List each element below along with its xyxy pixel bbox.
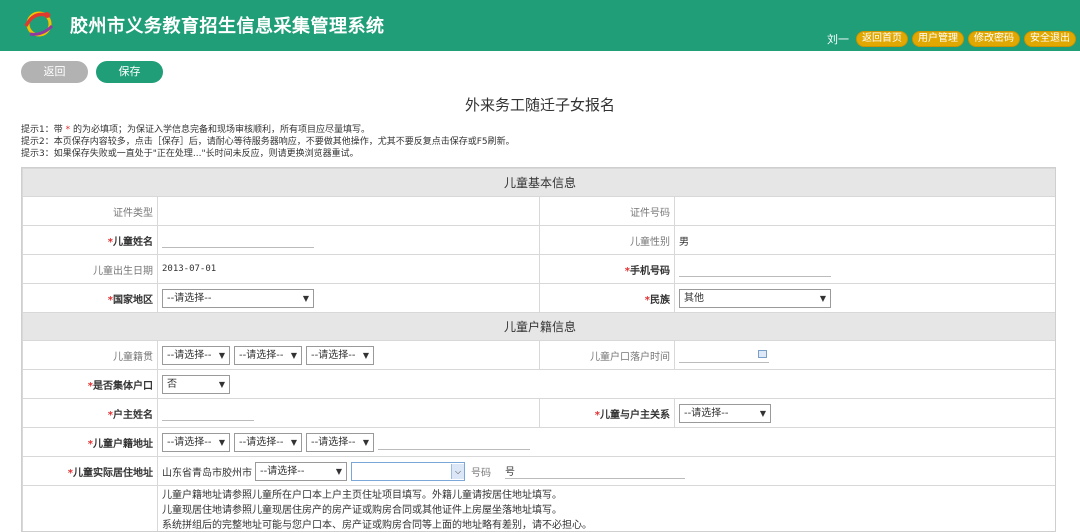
section-household-info: 儿童户籍信息 [22,312,1055,341]
notes-empty-cell [22,485,158,531]
user-name: 刘一 [827,33,849,46]
system-title: 胶州市义务教育招生信息采集管理系统 [70,16,385,37]
address-province-select[interactable]: --请选择-- ▼ [162,432,230,452]
number-label: 号码 [471,467,491,479]
address-notes: 儿童户籍地址请参照儿童所在户口本上户主页住址项目填写。外籍儿童请按居住地址填写。… [156,485,1055,531]
chevron-down-icon: ▼ [218,437,225,447]
address-city-select[interactable]: --请选择-- ▼ [234,432,302,452]
country-select[interactable]: --请选择-- ▼ [162,288,314,308]
household-address-input[interactable] [378,434,530,450]
chevron-down-icon: ▼ [218,350,225,360]
home-button[interactable]: 返回首页 [856,31,908,47]
tip-2: 提示2：本页保存内容较多，点击［保存］后，请耐心等待服务器响应，不要做其他操作，… [21,137,515,147]
tips: 提示1：带 * 的为必填项；为保证入学信息完备和现场审核顺利，所有项目应尽量填写… [21,124,515,160]
note-1: 儿童户籍地址请参照儿童所在户口本上户主页住址项目填写。外籍儿童请按居住地址填写。 [162,490,562,501]
community-select[interactable]: ⌵ [351,461,465,481]
user-management-button[interactable]: 用户管理 [912,31,964,47]
chevron-down-icon: ▼ [362,437,369,447]
section-basic-info: 儿童基本信息 [22,168,1055,197]
id-type-label: 证件类型 [22,196,158,226]
actual-address-prefix: 山东省青岛市胶州市 [162,467,252,479]
back-button[interactable]: 返回 [21,61,88,83]
chevron-down-icon: ⌵ [451,463,464,479]
child-name-input[interactable] [162,232,314,248]
change-password-button[interactable]: 修改密码 [968,31,1020,47]
child-name-label: *儿童姓名 [22,225,158,255]
owner-name-label: *户主姓名 [22,398,158,428]
user-area: 刘一 返回首页 用户管理 修改密码 安全退出 [827,31,1076,47]
logo-icon [24,11,54,37]
chevron-down-icon: ▼ [819,293,826,303]
relation-select[interactable]: --请选择-- ▼ [679,403,771,423]
hao-label: 号 [505,467,515,478]
street-select[interactable]: --请选择-- ▼ [255,461,347,481]
registration-form: 儿童基本信息 证件类型 证件号码 *儿童姓名 儿童性别 男 儿童出生日期 201… [21,167,1056,532]
save-button[interactable]: 保存 [96,61,163,83]
settle-time-input[interactable] [679,347,769,363]
id-type-value [157,196,540,226]
chevron-down-icon: ▼ [290,350,297,360]
app-header: 胶州市义务教育招生信息采集管理系统 刘一 返回首页 用户管理 修改密码 安全退出 [0,0,1080,51]
chevron-down-icon: ▼ [218,379,225,389]
native-city-select[interactable]: --请选择-- ▼ [234,345,302,365]
native-province-select[interactable]: --请选择-- ▼ [162,345,230,365]
actual-address-label: *儿童实际居住地址 [22,456,158,486]
phone-label: *手机号码 [539,254,675,284]
native-place-label: 儿童籍贯 [22,340,158,370]
chevron-down-icon: ▼ [302,293,309,303]
phone-input[interactable] [679,261,831,277]
note-3: 系统拼组后的完整地址可能与您户口本、房产证或购房合同等上面的地址略有差别，请不必… [162,520,592,531]
chevron-down-icon: ▼ [335,466,342,476]
tip-3: 提示3：如果保存失败或一直处于"正在处理..."长时间未反应，则请更换浏览器重试… [21,149,359,159]
id-number-value [673,196,1055,226]
ethnic-label: *民族 [539,283,675,313]
household-address-label: *儿童户籍地址 [22,427,158,457]
house-number-input[interactable]: 号 [505,463,685,479]
collective-label: *是否集体户口 [22,369,158,399]
birth-date-label: 儿童出生日期 [22,254,158,284]
calendar-icon[interactable] [758,350,767,358]
chevron-down-icon: ▼ [362,350,369,360]
chevron-down-icon: ▼ [759,408,766,418]
relation-label: *儿童与户主关系 [539,398,675,428]
ethnic-select[interactable]: 其他 ▼ [679,288,831,308]
birth-date-value: 2013-07-01 [157,254,540,284]
gender-label: 儿童性别 [539,225,675,255]
form-title: 外来务工随迁子女报名 [464,96,615,114]
chevron-down-icon: ▼ [290,437,297,447]
settle-time-label: 儿童户口落户时间 [539,340,675,370]
collective-select[interactable]: 否 ▼ [162,374,230,394]
native-county-select[interactable]: --请选择-- ▼ [306,345,374,365]
logout-button[interactable]: 安全退出 [1024,31,1076,47]
gender-value: 男 [673,225,1055,255]
owner-name-input[interactable] [162,405,254,421]
id-number-label: 证件号码 [539,196,675,226]
tip-1: 提示1：带 * 的为必填项；为保证入学信息完备和现场审核顺利，所有项目应尽量填写… [21,125,370,135]
address-county-select[interactable]: --请选择-- ▼ [306,432,374,452]
note-2: 儿童现居住地请参照儿童现居住房产的房产证或购房合同或其他证件上房屋坐落地址填写。 [162,505,562,516]
country-label: *国家地区 [22,283,158,313]
